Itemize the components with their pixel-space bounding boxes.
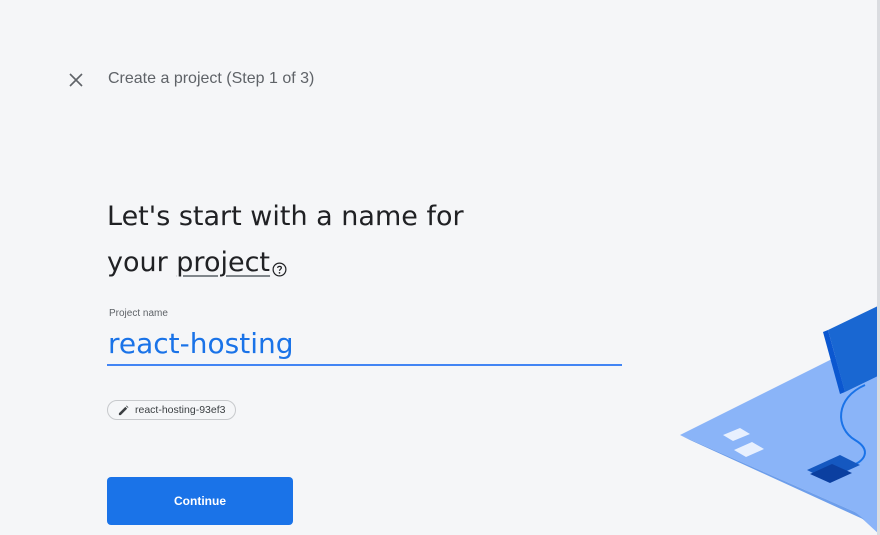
- page-headline: Let's start with a name for your project: [107, 194, 527, 292]
- project-name-label: Project name: [109, 308, 168, 319]
- decorative-illustration: [680, 305, 880, 535]
- project-id-chip[interactable]: react-hosting-93ef3: [107, 400, 237, 420]
- headline-prefix: your: [107, 247, 177, 278]
- project-id-text: react-hosting-93ef3: [135, 404, 226, 416]
- headline-line-1: Let's start with a name for: [107, 201, 464, 232]
- close-icon: [69, 73, 83, 87]
- help-circle-icon[interactable]: [272, 246, 287, 292]
- project-name-input[interactable]: [107, 322, 622, 366]
- close-button[interactable]: [64, 68, 88, 92]
- headline-line-2: your project: [107, 240, 527, 292]
- project-link[interactable]: project: [176, 247, 270, 278]
- step-title: Create a project (Step 1 of 3): [108, 70, 315, 87]
- continue-button[interactable]: Continue: [107, 477, 293, 525]
- pencil-icon: [118, 405, 129, 415]
